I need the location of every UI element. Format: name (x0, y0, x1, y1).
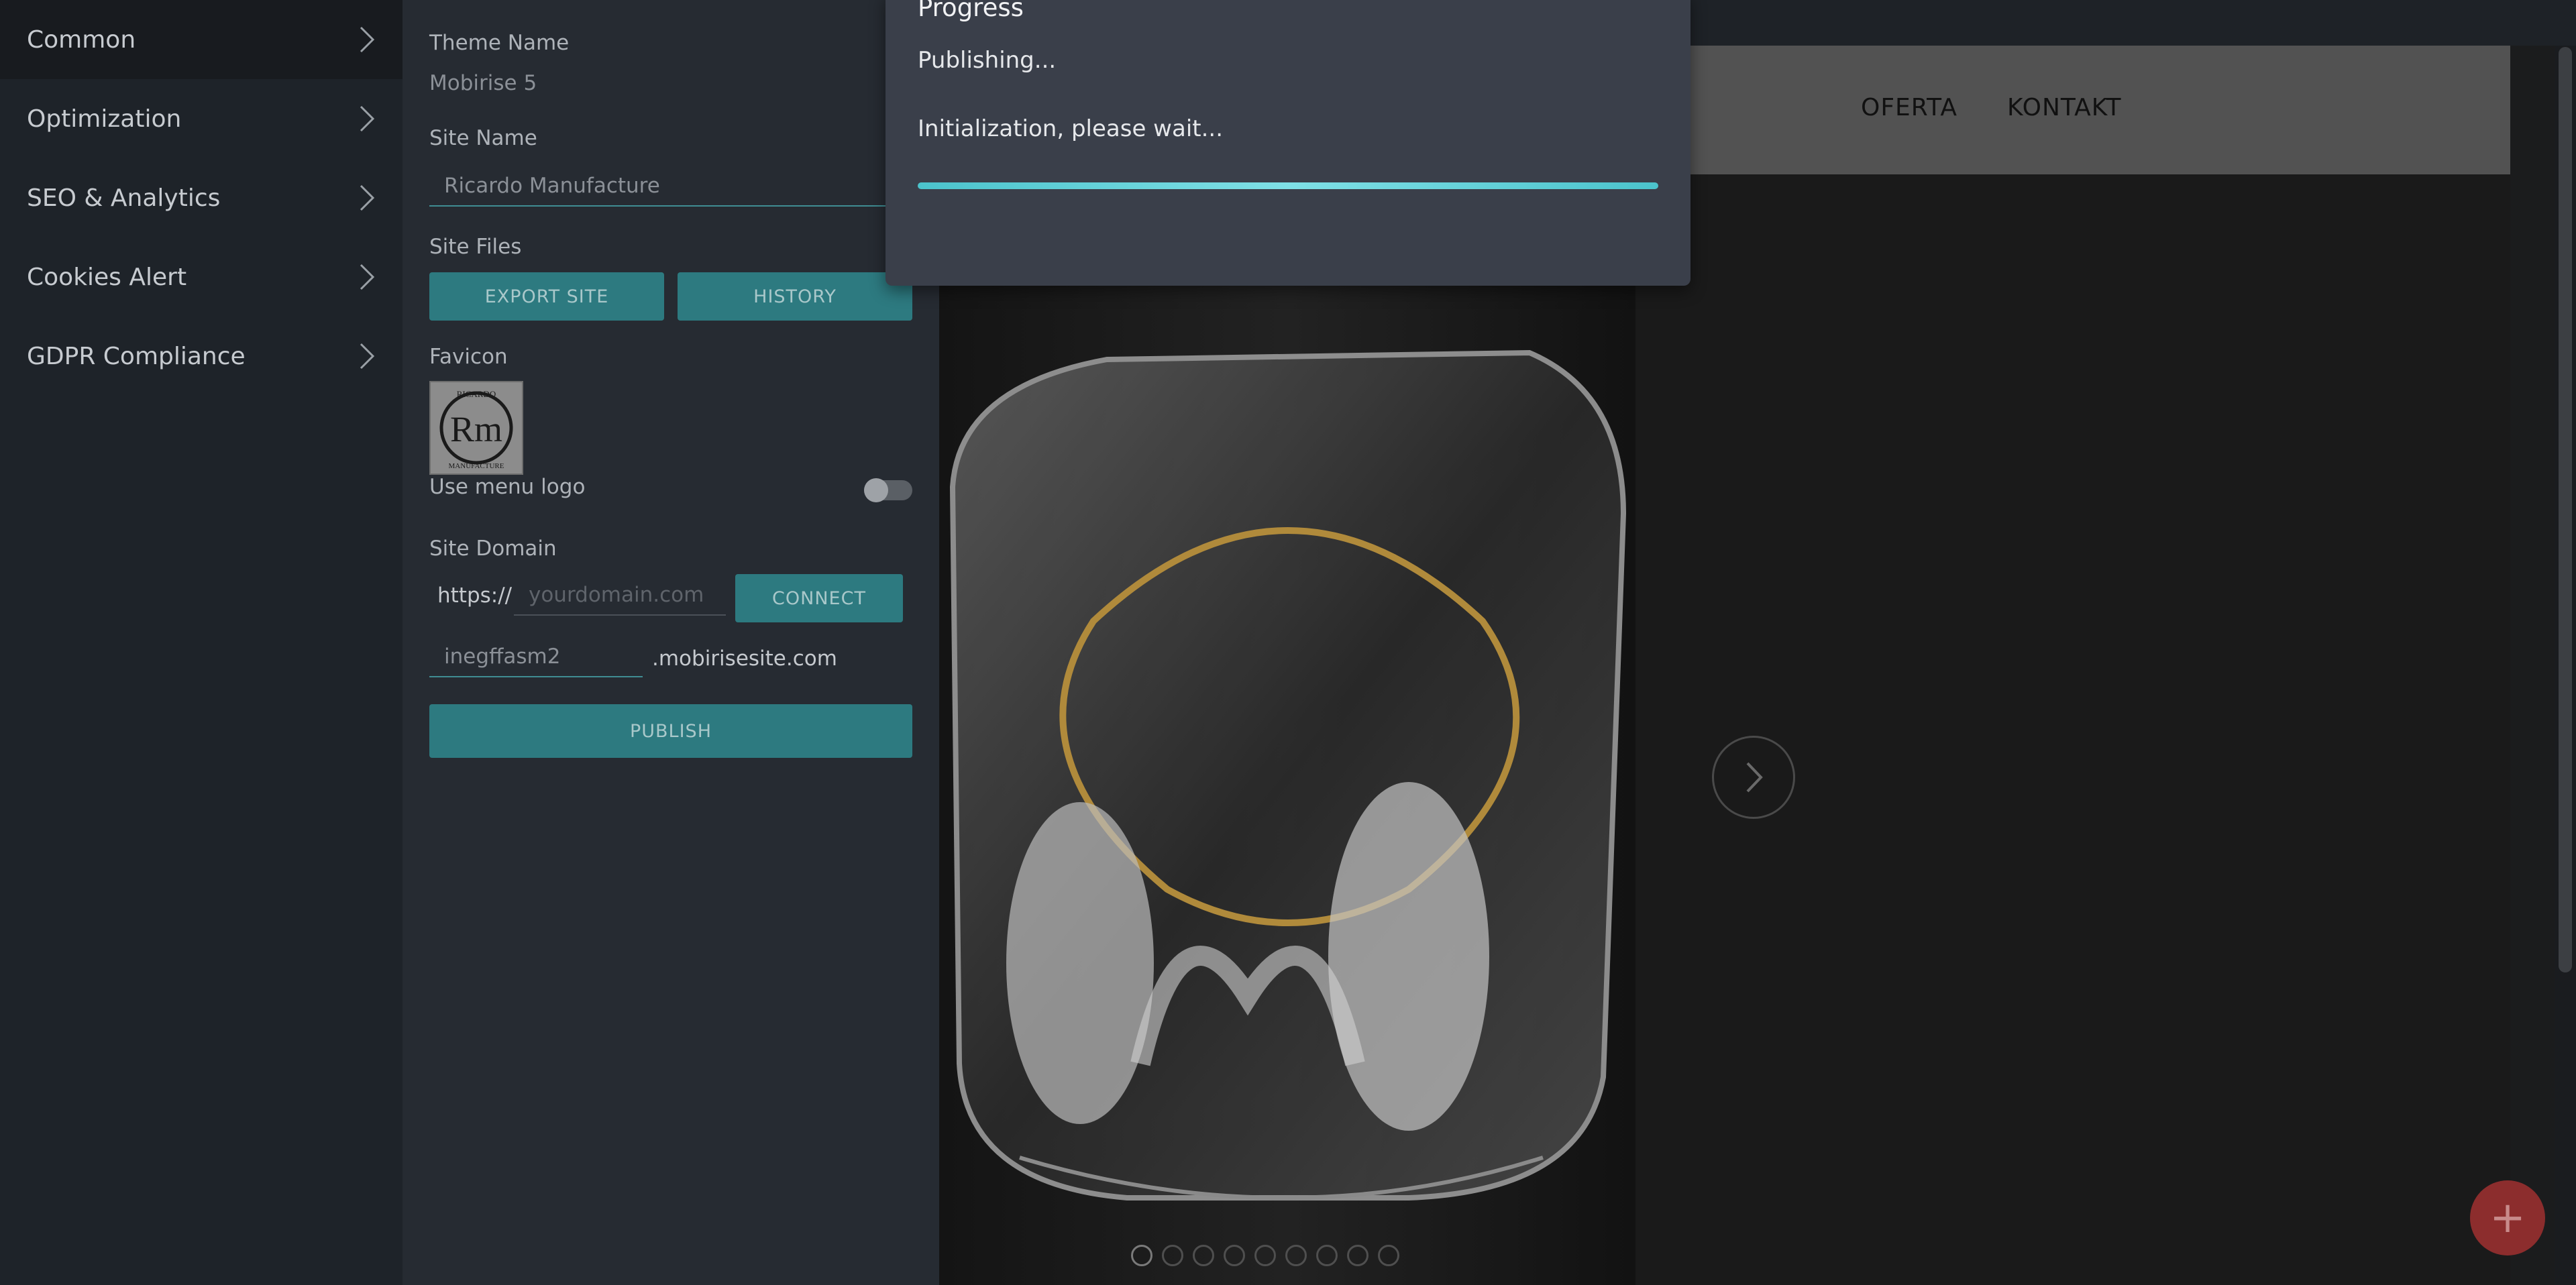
theme-name-value: Mobirise 5 (429, 71, 537, 95)
progress-bar-fill (918, 182, 1658, 189)
chevron-right-icon (1746, 762, 1763, 793)
slider-next-button[interactable] (1712, 736, 1795, 819)
favicon-text-bottom: MANUFACTURE (449, 462, 504, 470)
category-label: Optimization (27, 105, 182, 133)
chevron-right-icon (360, 264, 375, 290)
chevron-right-icon (360, 184, 375, 211)
chevron-right-icon (360, 26, 375, 53)
slider-dot[interactable] (1378, 1245, 1399, 1266)
slider-dot[interactable] (1316, 1245, 1338, 1266)
subdomain-value: inegffasm2 (444, 645, 561, 669)
dialog-status: Publishing... (918, 47, 1057, 74)
domain-placeholder: yourdomain.com (529, 583, 704, 607)
preview-scrollbar-thumb[interactable] (2559, 47, 2572, 972)
svg-text:Rm: Rm (450, 409, 502, 449)
slider-dot[interactable] (1347, 1245, 1368, 1266)
dialog-title: Progress (918, 0, 1024, 22)
toggle-knob (864, 478, 888, 502)
export-site-button[interactable]: EXPORT SITE (429, 272, 664, 321)
plus-icon: + (2489, 1193, 2526, 1243)
favicon-label: Favicon (429, 345, 508, 369)
theme-name-label: Theme Name (429, 31, 570, 55)
category-cookies-alert[interactable]: Cookies Alert (0, 237, 402, 317)
category-label: SEO & Analytics (27, 184, 221, 212)
add-block-button[interactable]: + (2470, 1180, 2545, 1255)
favicon-text-top: RICARDO (457, 389, 496, 399)
favicon-logo: Rm RICARDO MANUFACTURE (439, 389, 513, 470)
site-name-input[interactable]: Ricardo Manufacture (429, 166, 885, 207)
slider-dot[interactable] (1254, 1245, 1276, 1266)
site-domain-label: Site Domain (429, 537, 557, 561)
chevron-right-icon (360, 343, 375, 370)
subdomain-input[interactable]: inegffasm2 (429, 637, 643, 677)
category-optimization[interactable]: Optimization (0, 79, 402, 158)
slider-indicators (1131, 1245, 1399, 1266)
site-settings-panel: Theme Name Mobirise 5 Site Name Ricardo … (402, 0, 946, 1285)
slider-image (939, 286, 1635, 1285)
category-gdpr-compliance[interactable]: GDPR Compliance (0, 317, 402, 396)
subdomain-suffix: .mobirisesite.com (652, 647, 837, 671)
chevron-right-icon (360, 105, 375, 132)
progress-bar (918, 182, 1658, 189)
use-menu-logo-toggle[interactable] (864, 478, 912, 502)
nav-link-oferta[interactable]: OFERTA (1861, 94, 1957, 121)
engraved-glass-vase-image (939, 286, 1635, 1285)
connect-button[interactable]: CONNECT (735, 574, 903, 622)
category-seo-analytics[interactable]: SEO & Analytics (0, 158, 402, 237)
domain-prefix: https:// (437, 583, 513, 608)
category-common[interactable]: Common (0, 0, 402, 79)
slider-dot[interactable] (1285, 1245, 1307, 1266)
settings-categories-panel: Common Optimization SEO & Analytics Cook… (0, 0, 404, 1285)
site-name-label: Site Name (429, 126, 537, 150)
progress-dialog: Progress Publishing... Initialization, p… (885, 0, 1690, 286)
slider-dot[interactable] (1193, 1245, 1214, 1266)
slider-dot[interactable] (1131, 1245, 1152, 1266)
slider-dot[interactable] (1224, 1245, 1245, 1266)
category-label: Common (27, 25, 136, 54)
dialog-info: Initialization, please wait... (918, 115, 1224, 142)
category-label: Cookies Alert (27, 263, 187, 291)
slider-dot[interactable] (1162, 1245, 1183, 1266)
nav-link-kontakt[interactable]: KONTAKT (2007, 94, 2122, 121)
category-label: GDPR Compliance (27, 342, 246, 370)
site-name-value: Ricardo Manufacture (444, 174, 660, 198)
site-files-label: Site Files (429, 235, 522, 259)
favicon-image[interactable]: Rm RICARDO MANUFACTURE (429, 381, 523, 475)
history-button[interactable]: HISTORY (678, 272, 912, 321)
use-menu-logo-label: Use menu logo (429, 475, 586, 499)
domain-input[interactable]: yourdomain.com (514, 575, 726, 616)
publish-button[interactable]: PUBLISH (429, 704, 912, 758)
